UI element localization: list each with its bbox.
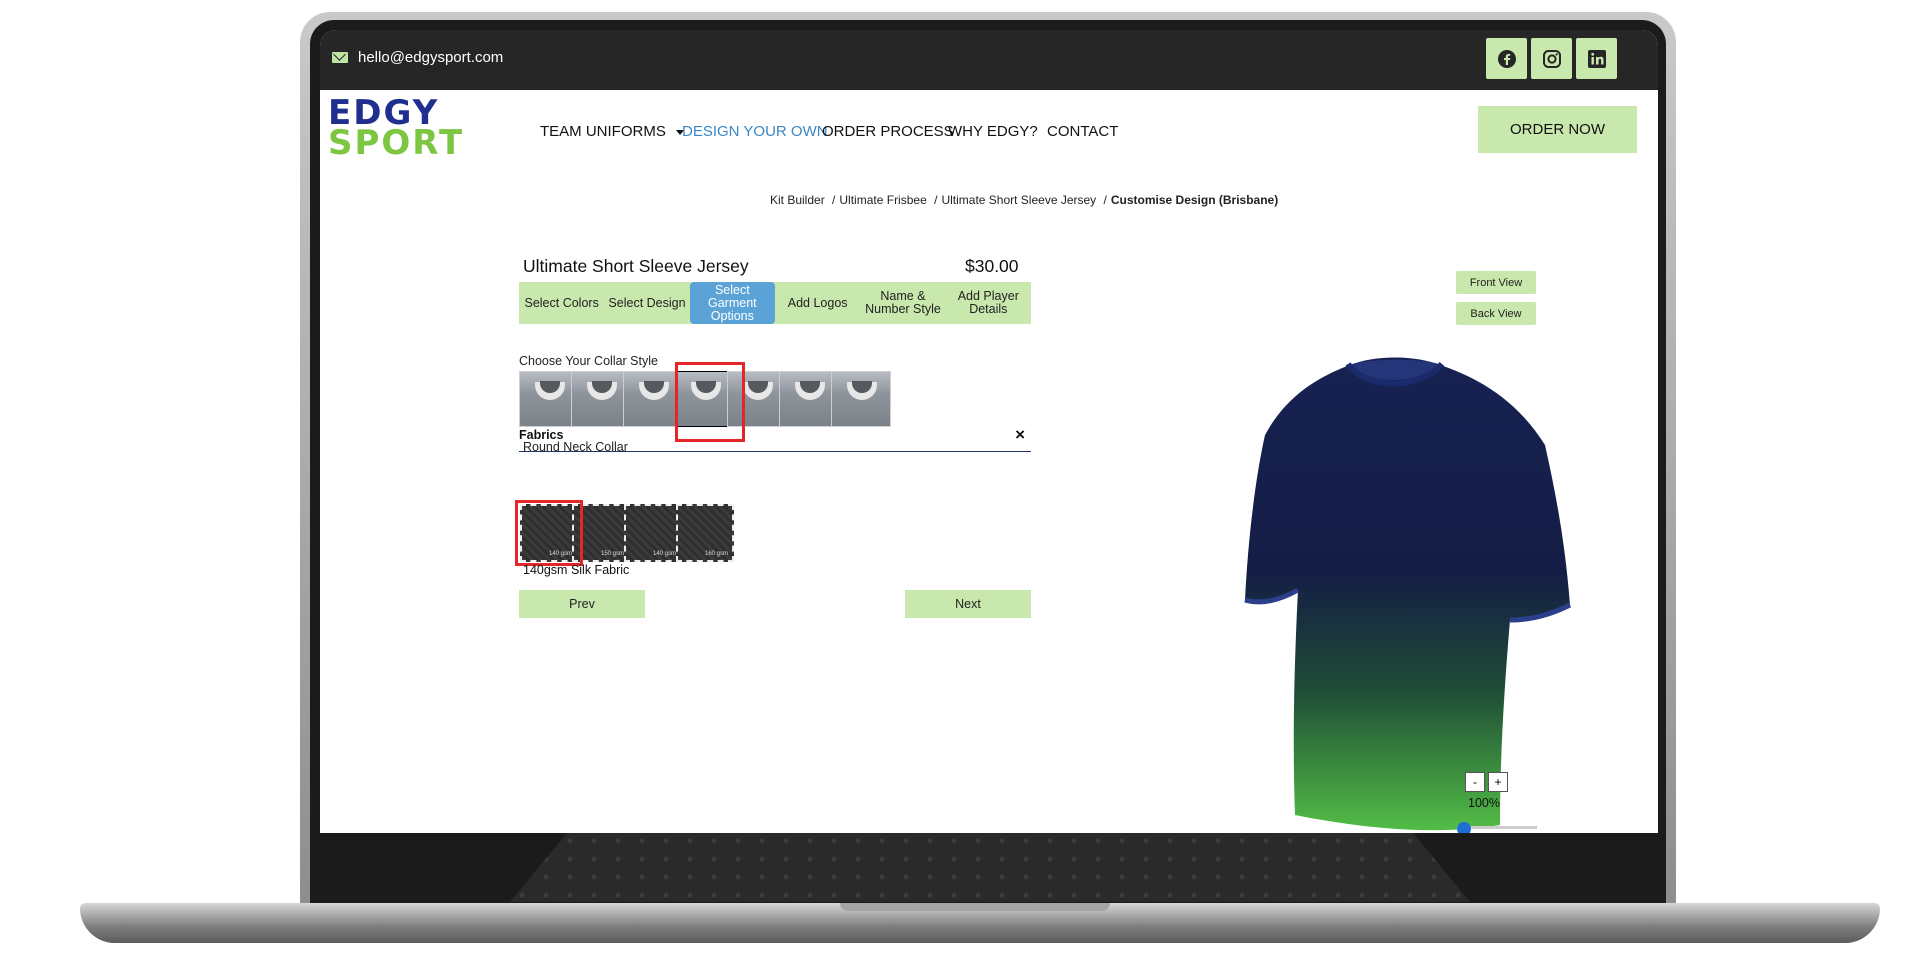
nav-team-uniforms-label: TEAM UNIFORMS xyxy=(540,123,666,140)
laptop-keyboard xyxy=(510,832,1470,902)
jersey-preview[interactable] xyxy=(1200,350,1580,833)
collar-option[interactable] xyxy=(831,371,891,427)
breadcrumb-separator: / xyxy=(1103,193,1107,207)
fabric-selected-label: 140gsm Silk Fabric xyxy=(523,563,630,577)
zoom-out-button[interactable]: - xyxy=(1465,772,1485,792)
facebook-icon[interactable] xyxy=(1486,38,1527,79)
laptop-notch xyxy=(840,903,1110,911)
nav-team-uniforms[interactable]: TEAM UNIFORMS xyxy=(540,123,684,140)
nav-contact[interactable]: CONTACT xyxy=(1047,123,1118,140)
top-bar: hello@edgysport.com xyxy=(320,30,1658,90)
fabric-badge: 150 gsm xyxy=(600,551,624,557)
breadcrumb-kit-builder[interactable]: Kit Builder xyxy=(770,193,825,207)
fabric-badge: 160 gsm xyxy=(704,551,728,557)
mail-icon xyxy=(332,52,348,63)
email-contact[interactable]: hello@edgysport.com xyxy=(332,49,503,66)
zoom-slider[interactable] xyxy=(1457,822,1537,833)
nav-why-edgy[interactable]: WHY EDGY? xyxy=(948,123,1038,140)
browser-screen: hello@edgysport.com EDGY SPORT TEAM UNIF… xyxy=(320,30,1658,833)
instagram-icon[interactable] xyxy=(1531,38,1572,79)
prev-button[interactable]: Prev xyxy=(519,590,645,618)
selection-highlight xyxy=(515,500,583,566)
back-view-button[interactable]: Back View xyxy=(1456,302,1536,325)
collar-option[interactable] xyxy=(623,371,683,427)
step-player-details[interactable]: Add Player Details xyxy=(946,282,1031,324)
breadcrumb-separator: / xyxy=(934,193,938,207)
step-select-design[interactable]: Select Design xyxy=(604,282,689,324)
fabrics-header: Fabrics × xyxy=(519,425,1031,452)
breadcrumb-ultimate-frisbee[interactable]: Ultimate Frisbee xyxy=(839,193,926,207)
fabrics-heading: Fabrics xyxy=(519,428,564,442)
nav-order-process[interactable]: ORDER PROCESS xyxy=(822,123,954,140)
fabric-badge: 140 gsm xyxy=(652,551,676,557)
collar-option[interactable] xyxy=(779,371,839,427)
fabric-option[interactable]: 140 gsm xyxy=(624,504,682,562)
logo-line-2: SPORT xyxy=(328,123,465,163)
breadcrumb: Kit Builder / Ultimate Frisbee / Ultimate … xyxy=(770,193,1278,207)
step-name-number-style[interactable]: Name & Number Style xyxy=(860,282,945,324)
edgy-sport-logo[interactable]: EDGY SPORT xyxy=(328,96,465,163)
collar-option[interactable] xyxy=(571,371,631,427)
step-select-colors[interactable]: Select Colors xyxy=(519,282,604,324)
step-garment-options[interactable]: Select Garment Options xyxy=(689,282,775,324)
step-add-logos[interactable]: Add Logos xyxy=(775,282,860,324)
order-now-button[interactable]: ORDER NOW xyxy=(1478,106,1637,153)
zoom-in-button[interactable]: + xyxy=(1488,772,1508,792)
product-price: $30.00 xyxy=(965,256,1019,276)
breadcrumb-current: Customise Design (Brisbane) xyxy=(1110,193,1279,207)
main-navbar: EDGY SPORT TEAM UNIFORMS DESIGN YOUR OWN… xyxy=(320,90,1658,180)
collar-heading: Choose Your Collar Style xyxy=(519,354,658,368)
breadcrumb-separator: / xyxy=(832,193,836,207)
nav-design-your-own[interactable]: DESIGN YOUR OWN xyxy=(682,123,828,140)
zoom-level: 100% xyxy=(1468,796,1500,810)
zoom-slider-handle[interactable] xyxy=(1457,822,1471,833)
close-icon[interactable]: × xyxy=(1015,425,1025,445)
collar-option[interactable] xyxy=(519,371,579,427)
fabric-option[interactable]: 160 gsm xyxy=(676,504,734,562)
builder-steps: Select Colors Select Design Select Garme… xyxy=(519,282,1031,324)
email-text[interactable]: hello@edgysport.com xyxy=(358,49,503,66)
front-view-button[interactable]: Front View xyxy=(1456,271,1536,294)
product-title: Ultimate Short Sleeve Jersey xyxy=(523,256,749,276)
linkedin-icon[interactable] xyxy=(1576,38,1617,79)
breadcrumb-jersey[interactable]: Ultimate Short Sleeve Jersey xyxy=(941,193,1096,207)
next-button[interactable]: Next xyxy=(905,590,1031,618)
